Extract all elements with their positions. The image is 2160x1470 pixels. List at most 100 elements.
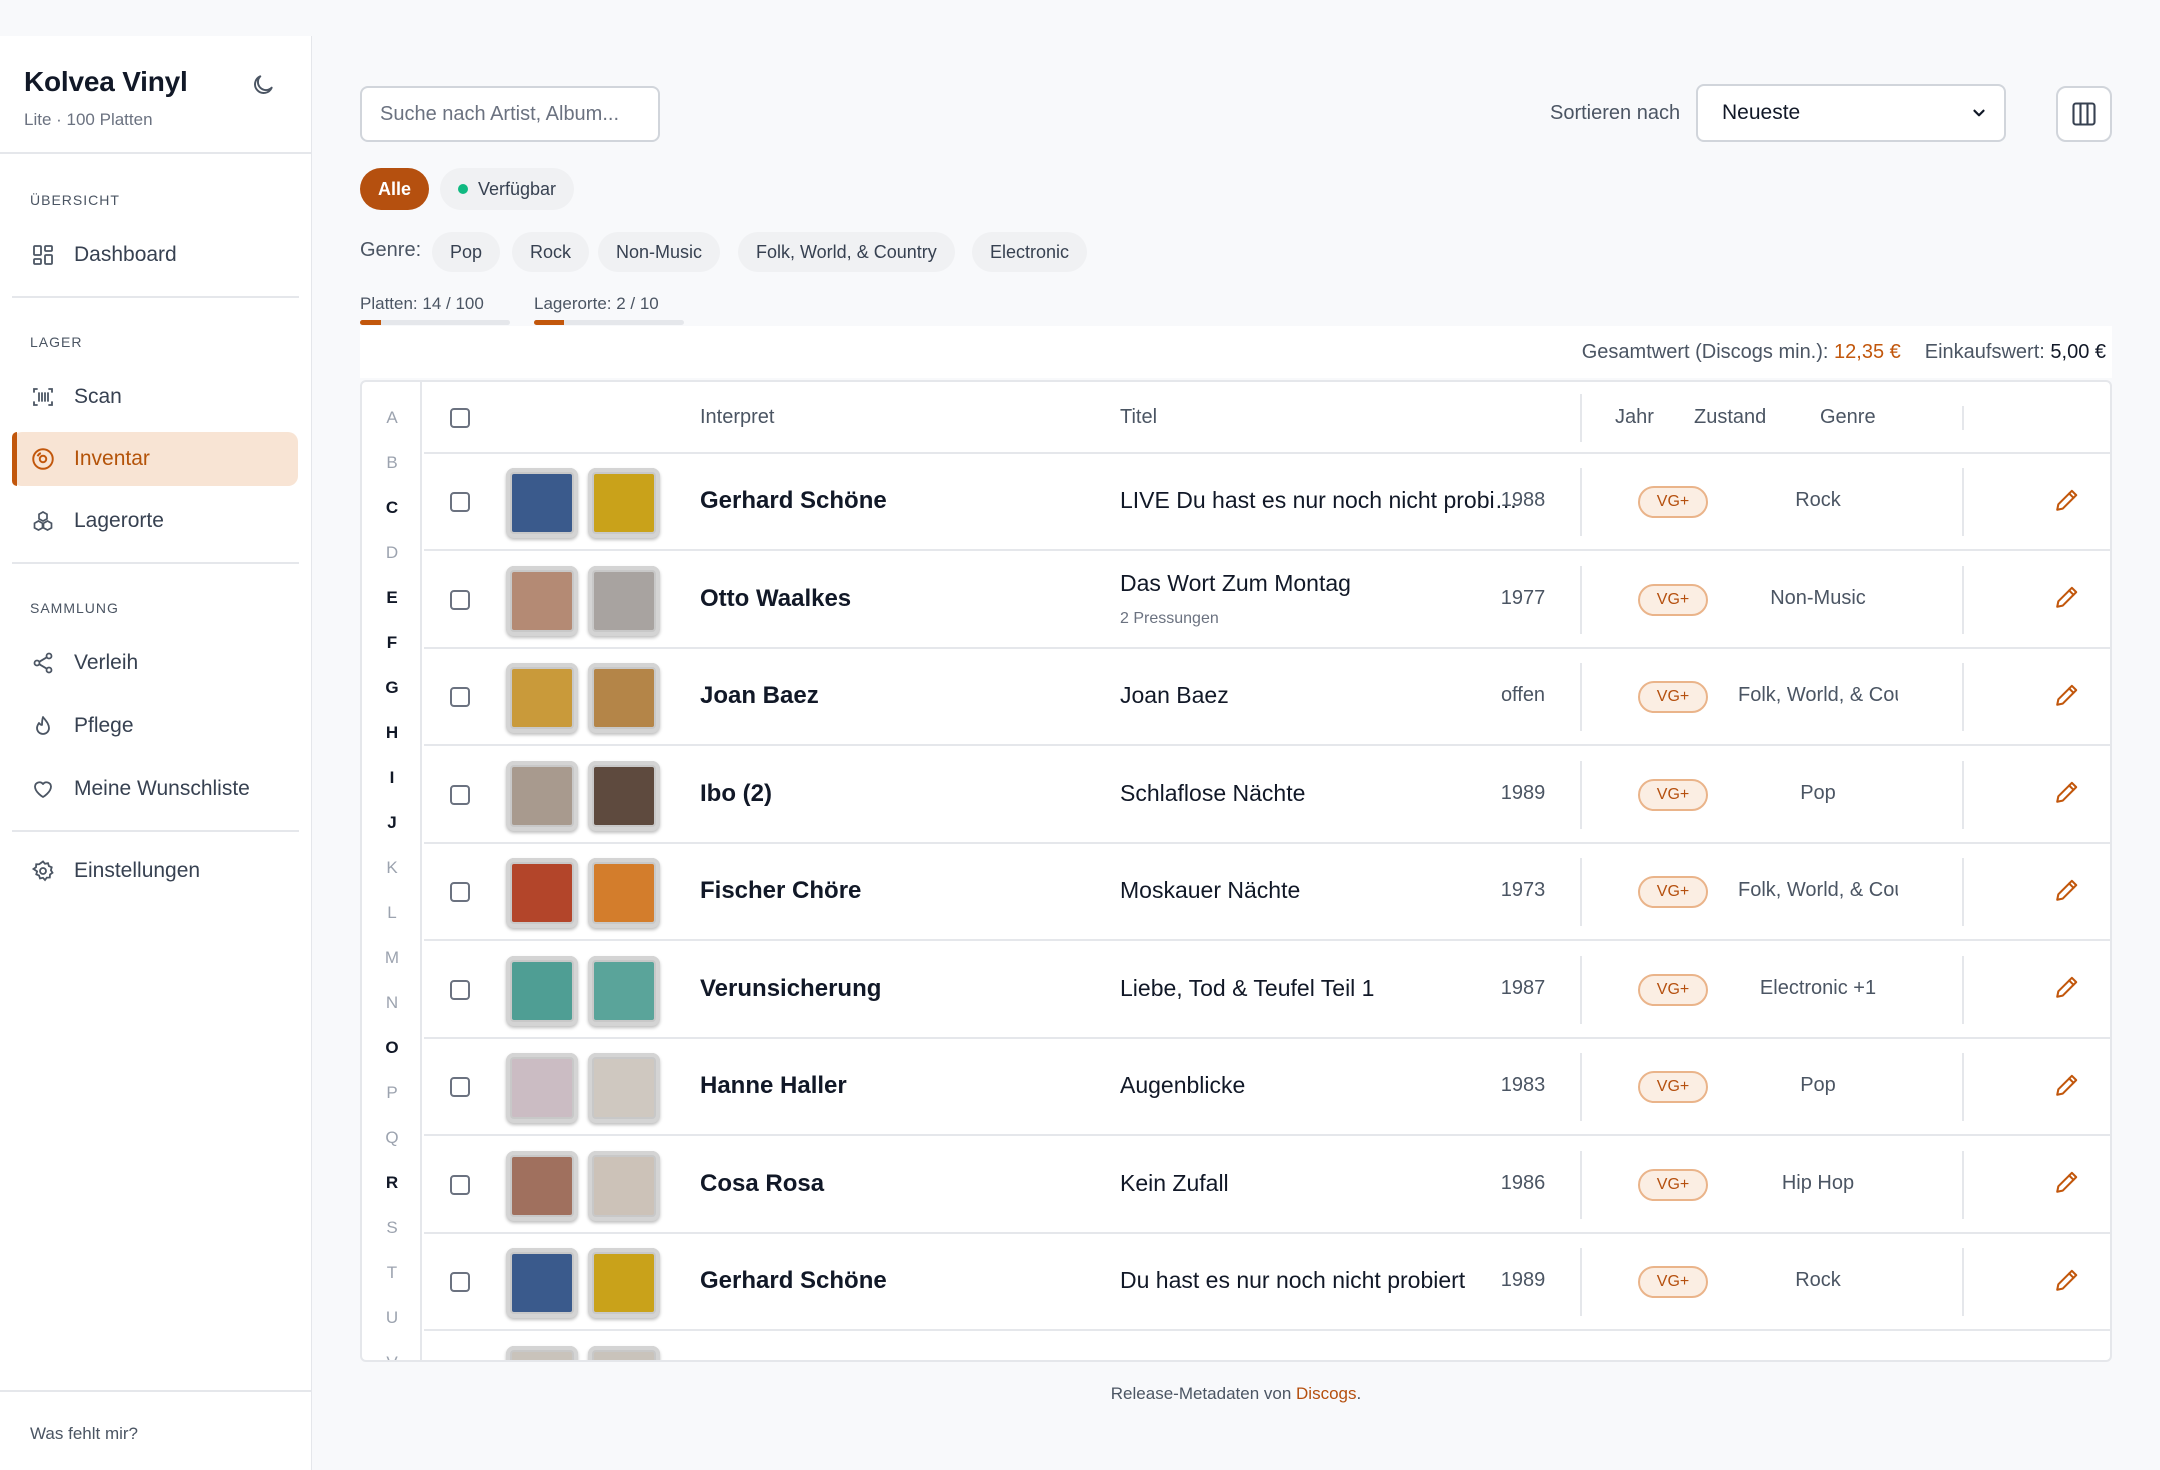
back-cover-image[interactable] bbox=[588, 760, 660, 831]
alphabet-letter-b[interactable]: B bbox=[362, 453, 422, 473]
row-checkbox[interactable] bbox=[450, 1077, 470, 1097]
genre-chip-folk[interactable]: Folk, World, & Country bbox=[738, 232, 955, 272]
alphabet-letter-q[interactable]: Q bbox=[362, 1128, 422, 1148]
edit-button[interactable] bbox=[2052, 1170, 2082, 1200]
genre-chip-non-music[interactable]: Non-Music bbox=[598, 232, 721, 272]
alphabet-letter-v[interactable]: V bbox=[362, 1353, 422, 1360]
table-row[interactable]: Joan Baez Joan Baez offen VG+ Folk, World, &… bbox=[424, 649, 2110, 746]
front-cover-image[interactable] bbox=[506, 955, 578, 1026]
row-checkbox[interactable] bbox=[450, 492, 470, 512]
alphabet-letter-p[interactable]: P bbox=[362, 1083, 422, 1103]
edit-button[interactable] bbox=[2052, 1267, 2082, 1297]
table-row[interactable]: Otto Waalkes Das Wort Zum Montag 2 Pressun… bbox=[424, 552, 2110, 649]
alphabet-letter-a[interactable]: A bbox=[362, 408, 422, 428]
front-cover-image[interactable] bbox=[506, 858, 578, 928]
dark-mode-toggle[interactable] bbox=[246, 68, 280, 102]
row-checkbox[interactable] bbox=[450, 589, 470, 610]
release-title[interactable]: Kein Zufall bbox=[1120, 1170, 1520, 1197]
back-cover-image[interactable] bbox=[588, 1345, 660, 1360]
release-title[interactable]: Das Wort Zum Montag bbox=[1120, 570, 1520, 597]
header-genre[interactable]: Genre bbox=[1820, 406, 1876, 429]
alphabet-letter-g[interactable]: G bbox=[362, 678, 422, 698]
nav-lagerorte[interactable]: Lagerorte bbox=[12, 494, 298, 548]
alphabet-letter-o[interactable]: O bbox=[362, 1038, 422, 1058]
row-checkbox[interactable] bbox=[450, 687, 470, 707]
release-title[interactable]: Augenblicke bbox=[1120, 1072, 1520, 1099]
discogs-link[interactable]: Discogs bbox=[1296, 1384, 1356, 1403]
row-checkbox[interactable] bbox=[450, 882, 470, 902]
alphabet-letter-j[interactable]: J bbox=[362, 813, 422, 833]
release-title[interactable]: LIVE Du hast es nur noch nicht probiert bbox=[1120, 487, 1520, 514]
table-row[interactable]: Gerhard Schöne Du hast es nur noch nicht … bbox=[424, 1234, 2110, 1331]
missing-link[interactable]: Was fehlt mir? bbox=[30, 1424, 138, 1444]
table-row[interactable]: Verunsicherung Liebe, Tod & Teufel Teil 1… bbox=[424, 942, 2110, 1039]
edit-button[interactable] bbox=[2052, 487, 2082, 517]
alphabet-letter-l[interactable]: L bbox=[362, 903, 422, 923]
nav-verleih[interactable]: Verleih bbox=[12, 636, 298, 690]
front-cover-image[interactable] bbox=[506, 1248, 578, 1318]
front-cover-image[interactable] bbox=[506, 760, 578, 831]
edit-button[interactable] bbox=[2052, 682, 2082, 712]
artist-name[interactable]: Ibo (2) bbox=[700, 780, 772, 808]
table-row[interactable]: Fischer Chöre Moskauer Nächte 1973 VG+ Folk,… bbox=[424, 844, 2110, 941]
artist-name[interactable]: Hanne Haller bbox=[700, 1072, 847, 1100]
header-artist[interactable]: Interpret bbox=[700, 406, 774, 429]
release-title[interactable]: Du hast es nur noch nicht probiert bbox=[1120, 1267, 1520, 1294]
alphabet-letter-h[interactable]: H bbox=[362, 723, 422, 743]
back-cover-image[interactable] bbox=[588, 1248, 660, 1318]
nav-wunschliste[interactable]: Meine Wunschliste bbox=[12, 762, 298, 816]
table-row[interactable]: Cosa Rosa Kein Zufall 1986 VG+ Hip Hop bbox=[424, 1137, 2110, 1234]
alphabet-letter-r[interactable]: R bbox=[362, 1173, 422, 1193]
artist-name[interactable]: Cosa Rosa bbox=[700, 1170, 824, 1198]
row-checkbox[interactable] bbox=[450, 1272, 470, 1292]
table-row[interactable]: Hanne Haller Augenblicke 1983 VG+ Pop bbox=[424, 1039, 2110, 1136]
alphabet-letter-n[interactable]: N bbox=[362, 993, 422, 1013]
sort-select[interactable]: Neueste bbox=[1696, 84, 2006, 142]
edit-button[interactable] bbox=[2052, 877, 2082, 907]
edit-button[interactable] bbox=[2052, 780, 2082, 810]
back-cover-image[interactable] bbox=[588, 955, 660, 1026]
row-checkbox[interactable] bbox=[450, 784, 470, 805]
alphabet-letter-s[interactable]: S bbox=[362, 1218, 422, 1238]
edit-button[interactable] bbox=[2052, 975, 2082, 1005]
alphabet-letter-i[interactable]: I bbox=[362, 768, 422, 788]
front-cover-image[interactable] bbox=[506, 565, 578, 636]
edit-button[interactable] bbox=[2052, 1072, 2082, 1102]
nav-inventar[interactable]: Inventar bbox=[12, 432, 298, 486]
release-title[interactable]: Moskauer Nächte bbox=[1120, 877, 1520, 904]
alphabet-letter-t[interactable]: T bbox=[362, 1263, 422, 1283]
release-title[interactable]: Joan Baez bbox=[1120, 682, 1520, 709]
nav-pflege[interactable]: Pflege bbox=[12, 699, 298, 753]
nav-scan[interactable]: Scan bbox=[12, 370, 298, 424]
table-row[interactable]: Gerhard Schöne LIVE Du hast es nur noch n… bbox=[424, 454, 2110, 551]
row-checkbox[interactable] bbox=[450, 979, 470, 1000]
columns-button[interactable] bbox=[2056, 86, 2112, 142]
nav-einstellungen[interactable]: Einstellungen bbox=[12, 844, 298, 898]
genre-chip-electronic[interactable]: Electronic bbox=[972, 232, 1088, 272]
select-all-checkbox[interactable] bbox=[450, 408, 470, 428]
front-cover-image[interactable] bbox=[506, 468, 578, 538]
release-title[interactable]: Schlaflose Nächte bbox=[1120, 780, 1520, 807]
artist-name[interactable]: Otto Waalkes bbox=[700, 585, 851, 613]
search-input[interactable] bbox=[360, 86, 660, 142]
table-row[interactable]: Ibo (2) Schlaflose Nächte 1989 VG+ Pop bbox=[424, 747, 2110, 844]
artist-name[interactable]: Fischer Chöre bbox=[700, 877, 861, 905]
alphabet-letter-k[interactable]: K bbox=[362, 858, 422, 878]
artist-name[interactable]: Gerhard Schöne bbox=[700, 487, 887, 515]
table-row[interactable] bbox=[424, 1332, 2110, 1360]
alphabet-letter-u[interactable]: U bbox=[362, 1308, 422, 1328]
header-year[interactable]: Jahr bbox=[1615, 406, 1654, 429]
alphabet-letter-e[interactable]: E bbox=[362, 588, 422, 608]
front-cover-image[interactable] bbox=[506, 1150, 578, 1221]
filter-all[interactable]: Alle bbox=[360, 168, 430, 210]
front-cover-image[interactable] bbox=[506, 1345, 578, 1360]
back-cover-image[interactable] bbox=[588, 663, 660, 733]
release-title[interactable]: Liebe, Tod & Teufel Teil 1 bbox=[1120, 975, 1520, 1002]
back-cover-image[interactable] bbox=[588, 565, 660, 636]
artist-name[interactable]: Joan Baez bbox=[700, 682, 819, 710]
back-cover-image[interactable] bbox=[588, 858, 660, 928]
alphabet-letter-d[interactable]: D bbox=[362, 543, 422, 563]
alphabet-letter-f[interactable]: F bbox=[362, 633, 422, 653]
header-condition[interactable]: Zustand bbox=[1694, 406, 1766, 429]
artist-name[interactable]: Gerhard Schöne bbox=[700, 1267, 887, 1295]
